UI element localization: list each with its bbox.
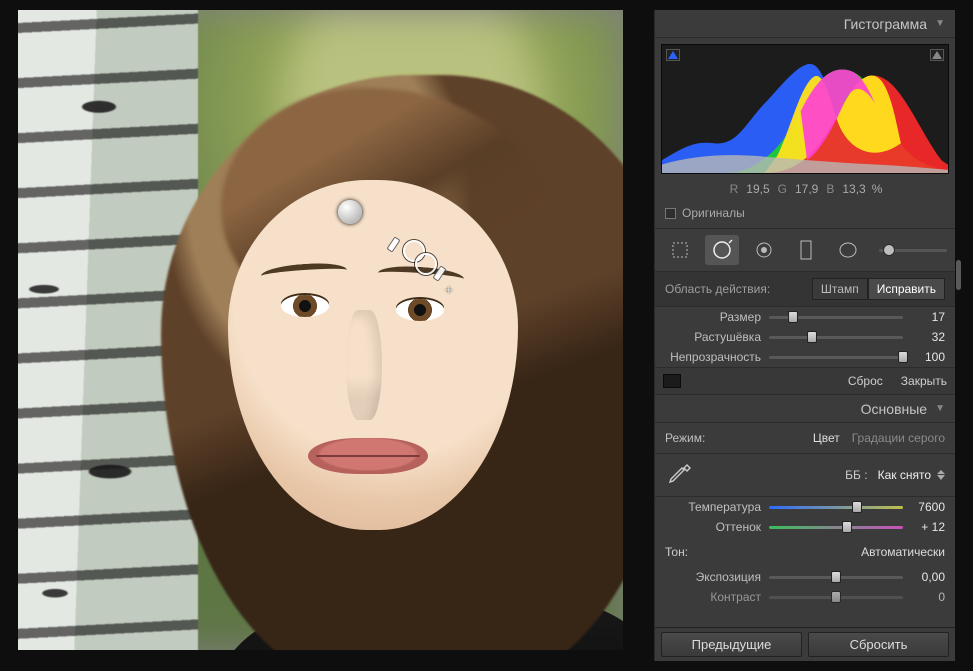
panel-footer-buttons: Предыдущие Сбросить bbox=[655, 627, 955, 661]
temp-label: Температура bbox=[665, 500, 761, 514]
temp-slider[interactable] bbox=[769, 501, 903, 513]
spot-opacity-value[interactable]: 100 bbox=[911, 350, 945, 364]
panel-scrollbar-thumb[interactable] bbox=[956, 260, 961, 290]
tint-slider[interactable] bbox=[769, 521, 903, 533]
spot-opacity-row: Непрозрачность 100 bbox=[655, 347, 955, 367]
spot-reset-link[interactable]: Сброс bbox=[848, 374, 883, 388]
histogram-title: Гистограмма bbox=[844, 16, 927, 32]
spot-mode-toggle[interactable]: Штамп Исправить bbox=[812, 278, 945, 300]
spot-size-row: Размер 17 bbox=[655, 307, 955, 327]
develop-right-panel: Гистограмма ▼ R19,5 G17,9 B13,3 % Оригин… bbox=[655, 10, 955, 661]
rgb-readout: R19,5 G17,9 B13,3 % bbox=[655, 180, 955, 202]
local-tools-strip bbox=[655, 229, 955, 272]
originals-row[interactable]: Оригиналы bbox=[655, 202, 955, 229]
contrast-label: Контраст bbox=[665, 590, 761, 604]
crop-tool-icon[interactable] bbox=[663, 235, 697, 265]
wb-preset-select[interactable]: Как снято bbox=[878, 468, 945, 482]
treatment-label: Режим: bbox=[665, 431, 705, 445]
spot-feather-value[interactable]: 32 bbox=[911, 330, 945, 344]
spot-footer-row: Сброс Закрыть bbox=[655, 367, 955, 395]
treatment-gray[interactable]: Градации серого bbox=[852, 431, 945, 445]
spot-opacity-label: Непрозрачность bbox=[665, 350, 761, 364]
histogram-panel-header[interactable]: Гистограмма ▼ bbox=[655, 10, 955, 38]
spot-size-label: Размер bbox=[665, 310, 761, 324]
basic-title: Основные bbox=[861, 401, 927, 417]
exposure-slider[interactable] bbox=[769, 571, 903, 583]
contrast-slider[interactable] bbox=[769, 591, 903, 603]
collapse-icon[interactable]: ▼ bbox=[935, 403, 945, 414]
reset-button[interactable]: Сбросить bbox=[808, 632, 949, 657]
histogram-curves bbox=[662, 45, 949, 173]
contrast-value[interactable]: 0 bbox=[911, 590, 945, 604]
tint-value[interactable]: + 12 bbox=[911, 520, 945, 534]
exposure-row: Экспозиция 0,00 bbox=[655, 567, 955, 587]
spot-source-marker[interactable] bbox=[338, 200, 362, 224]
subject-lips bbox=[308, 438, 428, 474]
area-label: Область действия: bbox=[665, 282, 770, 296]
wb-row: ББ : Как снято bbox=[655, 454, 955, 497]
graduated-filter-icon[interactable] bbox=[789, 235, 823, 265]
spot-before-after-icon[interactable] bbox=[663, 374, 681, 388]
collapse-icon[interactable]: ▼ bbox=[935, 18, 945, 29]
spot-close-link[interactable]: Закрыть bbox=[901, 374, 947, 388]
tone-header: Тон: Автоматически bbox=[655, 537, 955, 567]
subject-eye-right bbox=[396, 299, 444, 321]
mode-heal[interactable]: Штамп bbox=[812, 278, 868, 300]
spot-size-slider[interactable] bbox=[769, 311, 903, 323]
spot-opacity-slider[interactable] bbox=[769, 351, 903, 363]
spot-options-header: Область действия: Штамп Исправить bbox=[655, 272, 955, 307]
app-frame: + Гистограмма ▼ R19,5 G17,9 B13,3 % bbox=[0, 0, 973, 671]
photo-viewport[interactable]: + bbox=[18, 10, 623, 650]
subject-nose bbox=[346, 310, 382, 420]
spot-feather-row: Растушёвка 32 bbox=[655, 327, 955, 347]
mode-clone[interactable]: Исправить bbox=[868, 278, 945, 300]
eyedropper-icon[interactable] bbox=[665, 462, 693, 488]
basic-panel: Режим: Цвет Градации серого ББ : Как сня… bbox=[655, 423, 955, 607]
basic-panel-header[interactable]: Основные ▼ bbox=[655, 395, 955, 423]
tone-auto-link[interactable]: Автоматически bbox=[861, 545, 945, 559]
histogram-display[interactable] bbox=[661, 44, 949, 174]
originals-checkbox[interactable] bbox=[665, 208, 676, 219]
spot-removal-tool-icon[interactable] bbox=[705, 235, 739, 265]
previous-button[interactable]: Предыдущие bbox=[661, 632, 802, 657]
tint-label: Оттенок bbox=[665, 520, 761, 534]
radial-filter-icon[interactable] bbox=[831, 235, 865, 265]
exposure-label: Экспозиция bbox=[665, 570, 761, 584]
treatment-row: Режим: Цвет Градации серого bbox=[655, 423, 955, 454]
tint-row: Оттенок + 12 bbox=[655, 517, 955, 537]
temp-value[interactable]: 7600 bbox=[911, 500, 945, 514]
spot-size-value[interactable]: 17 bbox=[911, 310, 945, 324]
treatment-color[interactable]: Цвет bbox=[813, 431, 840, 445]
spot-feather-label: Растушёвка bbox=[665, 330, 761, 344]
contrast-row: Контраст 0 bbox=[655, 587, 955, 607]
redeye-tool-icon[interactable] bbox=[747, 235, 781, 265]
subject-eye-left bbox=[281, 295, 329, 317]
spot-feather-slider[interactable] bbox=[769, 331, 903, 343]
tone-label: Тон: bbox=[665, 545, 688, 559]
temp-row: Температура 7600 bbox=[655, 497, 955, 517]
wb-label: ББ : bbox=[845, 468, 867, 482]
originals-label: Оригиналы bbox=[682, 206, 745, 220]
exposure-value[interactable]: 0,00 bbox=[911, 570, 945, 584]
brush-flow-mini-slider[interactable] bbox=[879, 249, 947, 252]
